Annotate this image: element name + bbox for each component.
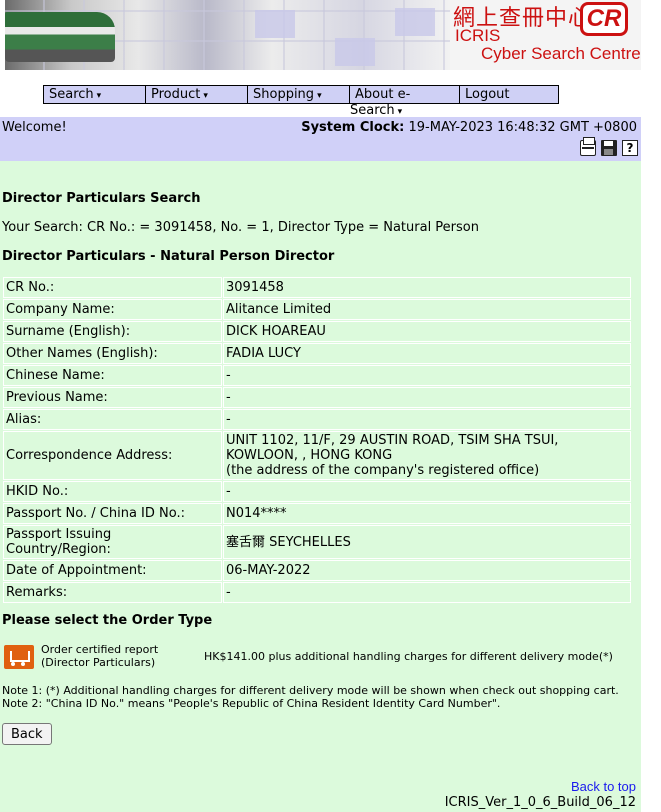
field-value: 06-MAY-2022 [223, 560, 631, 581]
banner-brand: ICRIS [455, 26, 501, 45]
save-icon[interactable] [601, 140, 617, 156]
field-label: Passport No. / China ID No.: [3, 503, 222, 524]
field-label: Chinese Name: [3, 365, 222, 386]
system-clock: System Clock: 19-MAY-2023 16:48:32 GMT +… [301, 120, 637, 135]
table-row: Previous Name: - [3, 387, 631, 408]
page-tools: ? [580, 137, 638, 156]
field-label: Remarks: [3, 582, 222, 603]
field-label: HKID No.: [3, 481, 222, 502]
field-value: Alitance Limited [223, 299, 631, 320]
order-certified-report-link[interactable]: Order certified report (Director Particu… [41, 643, 158, 669]
field-label: Correspondence Address: [3, 431, 222, 480]
table-row: Correspondence Address: UNIT 1102, 11/F,… [3, 431, 631, 480]
field-label-line: Country/Region: [6, 542, 111, 557]
order-label-line: Order certified report [41, 643, 159, 656]
banner-decoration [395, 8, 435, 36]
order-label-line: (Director Particulars) [41, 656, 156, 669]
field-label: Surname (English): [3, 321, 222, 342]
menu-about-label: About e- [355, 87, 411, 102]
menu-product[interactable]: Product ▾ [146, 85, 248, 104]
director-details-table: CR No.: 3091458 Company Name: Alitance L… [2, 276, 632, 604]
table-row: CR No.: 3091458 [3, 277, 631, 298]
welcome-bar: Welcome! System Clock: 19-MAY-2023 16:48… [0, 117, 641, 161]
table-row: Surname (English): DICK HOAREAU [3, 321, 631, 342]
menu-logout-label: Logout [465, 87, 510, 102]
menu-search-label: Search [49, 87, 94, 102]
back-to-top-link[interactable]: Back to top [571, 779, 636, 794]
order-type-heading: Please select the Order Type [2, 613, 213, 628]
welcome-text: Welcome! [2, 120, 67, 135]
field-value: FADIA LUCY [223, 343, 631, 364]
field-value: UNIT 1102, 11/F, 29 AUSTIN ROAD, TSIM SH… [223, 431, 631, 480]
field-value: N014**** [223, 503, 631, 524]
field-label: Company Name: [3, 299, 222, 320]
address-line: UNIT 1102, 11/F, 29 AUSTIN ROAD, TSIM SH… [226, 433, 559, 448]
back-button[interactable]: Back [2, 723, 52, 745]
field-value: DICK HOAREAU [223, 321, 631, 342]
print-icon[interactable] [580, 137, 596, 156]
order-price: HK$141.00 plus additional handling charg… [204, 650, 613, 663]
field-value: - [223, 365, 631, 386]
menu-logout[interactable]: Logout [460, 85, 559, 104]
ferry-image [5, 12, 115, 62]
menu-about-label-line2: Search [350, 103, 395, 118]
field-value: - [223, 582, 631, 603]
notes: Note 1: (*) Additional handling charges … [2, 684, 619, 710]
table-row: Other Names (English): FADIA LUCY [3, 343, 631, 364]
caret-down-icon: ▾ [203, 91, 208, 101]
caret-down-icon: ▾ [317, 91, 322, 101]
field-label: Date of Appointment: [3, 560, 222, 581]
banner-decoration [255, 10, 295, 38]
menu-shopping-label: Shopping [253, 87, 315, 102]
field-value: - [223, 387, 631, 408]
caret-down-icon: ▾ [96, 91, 102, 101]
field-value: - [223, 409, 631, 430]
system-clock-value: 19-MAY-2023 16:48:32 GMT +0800 [408, 120, 638, 135]
field-label-line: Passport Issuing [6, 527, 112, 542]
director-heading: Director Particulars - Natural Person Di… [2, 249, 335, 264]
menu-product-label: Product [151, 87, 201, 102]
field-value: 塞舌爾 SEYCHELLES [223, 525, 631, 559]
banner-decoration [335, 38, 375, 66]
site-banner: 網上查冊中心 CR ICRIS Cyber Search Centre [5, 0, 641, 70]
field-label: Previous Name: [3, 387, 222, 408]
main-menu: Search ▾ Product ▾ Shopping ▾ About e- Sear… [43, 85, 559, 118]
menu-search[interactable]: Search ▾ [43, 85, 146, 104]
menu-about-esearch[interactable]: About e- Search ▾ [350, 85, 460, 118]
version-label: ICRIS_Ver_1_0_6_Build_06_12 [444, 795, 636, 810]
banner-subtitle: Cyber Search Centre [481, 44, 641, 63]
note-2: Note 2: "China ID No." means "People's R… [2, 697, 501, 710]
field-label: Passport Issuing Country/Region: [3, 525, 222, 559]
address-line: KOWLOON, , HONG KONG [226, 448, 393, 463]
field-value: - [223, 481, 631, 502]
your-search-summary: Your Search: CR No.: = 3091458, No. = 1,… [2, 220, 479, 235]
field-value: 3091458 [223, 277, 631, 298]
table-row: Passport No. / China ID No.: N014**** [3, 503, 631, 524]
table-row: Date of Appointment: 06-MAY-2022 [3, 560, 631, 581]
shopping-cart-icon[interactable] [4, 645, 34, 669]
help-icon[interactable]: ? [622, 140, 638, 156]
menu-shopping[interactable]: Shopping ▾ [248, 85, 350, 104]
system-clock-label: System Clock: [301, 120, 405, 135]
table-row: Passport Issuing Country/Region: 塞舌爾 SEY… [3, 525, 631, 559]
table-row: Alias: - [3, 409, 631, 430]
search-heading: Director Particulars Search [2, 191, 201, 206]
main-content: Director Particulars Search Your Search:… [0, 161, 641, 812]
table-row: Remarks: - [3, 582, 631, 603]
caret-down-icon: ▾ [397, 107, 403, 117]
field-label: Alias: [3, 409, 222, 430]
field-label: CR No.: [3, 277, 222, 298]
table-row: Chinese Name: - [3, 365, 631, 386]
field-label: Other Names (English): [3, 343, 222, 364]
note-1: Note 1: (*) Additional handling charges … [2, 684, 619, 697]
table-row: Company Name: Alitance Limited [3, 299, 631, 320]
cr-logo: CR [580, 2, 628, 36]
address-note: (the address of the company's registered… [226, 463, 540, 478]
table-row: HKID No.: - [3, 481, 631, 502]
